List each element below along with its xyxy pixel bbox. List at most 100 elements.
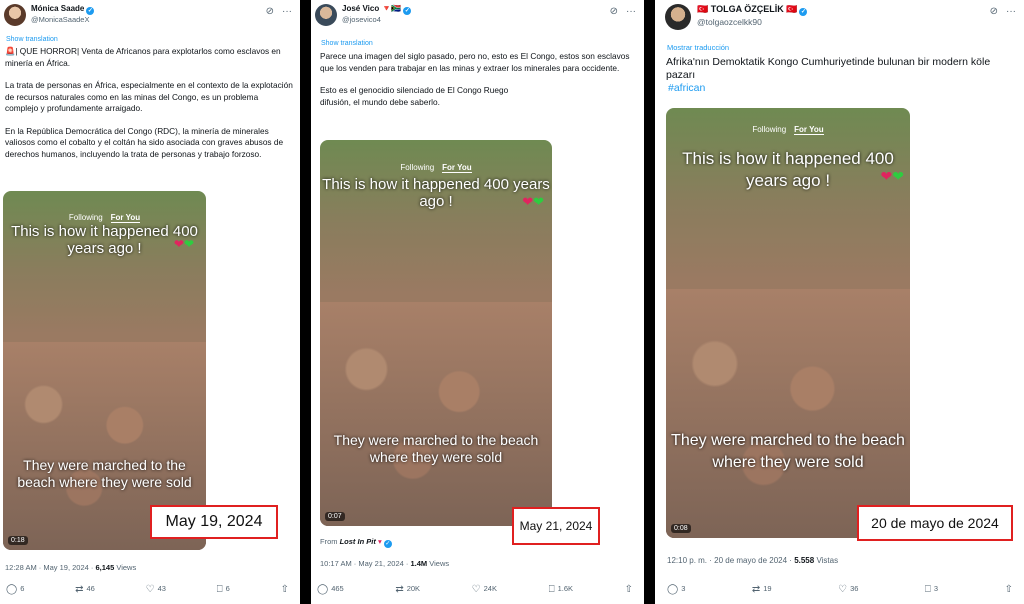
video-duration: 0:07 <box>325 512 345 521</box>
author-handle[interactable]: @tolgaozcelkk90 <box>697 17 762 27</box>
author-name[interactable]: 🇹🇷 TOLGA ÖZÇELİK 🇹🇷 ✓ <box>697 4 808 16</box>
share-icon: ⇧ <box>624 584 633 595</box>
more-icon[interactable]: ··· <box>1006 6 1016 17</box>
grok-icon[interactable]: ⊘ <box>266 6 274 17</box>
video-source: From Lost In Pit ▾ ✓ <box>320 537 392 548</box>
tweet-text: Afrika'nın Demoktatik Kongo Cumhuriyetin… <box>666 56 1016 106</box>
repost-button[interactable]: ⇄ 46 <box>75 584 95 598</box>
video-caption: They were marched to the beach where the… <box>671 432 905 471</box>
avatar[interactable] <box>4 4 26 26</box>
video-duration: 0:18 <box>8 536 28 545</box>
bookmark-count: 6 <box>225 584 230 593</box>
views-label: Views <box>427 559 450 568</box>
repost-count: 19 <box>763 584 772 593</box>
tweet-card-jose: José Vico 🔻🇿🇦 ✓ @josevico4 ⊘ ··· Show tran… <box>311 0 644 604</box>
grok-icon[interactable]: ⊘ <box>990 6 998 17</box>
show-translation-link[interactable]: Show translation <box>6 36 58 43</box>
repost-button[interactable]: ⇄ 20K <box>395 584 420 598</box>
bookmark-count: 1.6K <box>557 584 574 593</box>
show-translation-link[interactable]: Mostrar traducción <box>667 43 729 52</box>
more-icon[interactable]: ··· <box>282 6 292 17</box>
like-button[interactable]: ♡ 24K <box>472 584 497 598</box>
author-flags: 🇹🇷 <box>697 4 709 14</box>
header-icons: ⊘ ··· <box>982 6 1016 17</box>
share-button[interactable]: ⇧ <box>625 584 636 598</box>
reply-icon: ◯ <box>6 584 18 595</box>
tweet-timestamp[interactable]: 12:28 AM · May 19, 2024 · <box>5 563 95 572</box>
like-button[interactable]: ♡ 36 <box>838 584 858 598</box>
video-title: This is how it happened 400 years ago ! <box>682 149 894 190</box>
video-tab-following: Following <box>400 163 435 173</box>
author-name[interactable]: Mónica Saade ✓ <box>31 4 95 15</box>
tweet-paragraph: 🚨| QUE HORROR| Venta de Africanos para e… <box>5 46 281 68</box>
author-name-text: TOLGA ÖZÇELİK <box>710 4 784 14</box>
bookmark-button[interactable]: ⎕ 6 <box>217 584 230 598</box>
video-duration: 0:08 <box>671 524 691 533</box>
author-name-text: José Vico <box>342 4 380 13</box>
grok-icon[interactable]: ⊘ <box>610 6 618 17</box>
video-tab-following: Following <box>752 125 787 135</box>
bookmark-icon: ⎕ <box>548 584 555 595</box>
tweet-video[interactable]: Following For You This is how it happened… <box>320 140 552 526</box>
verified-icon: ✓ <box>403 7 412 15</box>
hearts-emoji: ❤❤ <box>522 194 544 209</box>
like-count: 43 <box>157 584 166 593</box>
video-caption: They were marched to the beach where the… <box>17 457 192 490</box>
avatar[interactable] <box>665 4 691 30</box>
tweet-text: Parece una imagen del siglo pasado, pero… <box>320 51 635 119</box>
tweet-actions: ◯ 465 ⇄ 20K ♡ 24K ⎕ 1.6K ⇧ <box>317 584 636 598</box>
tweet-paragraph: En la República Democrática del Congo (R… <box>5 125 284 159</box>
repost-icon: ⇄ <box>75 584 84 595</box>
video-scene <box>666 288 910 538</box>
author-flags: 🔻🇿🇦 <box>381 4 402 13</box>
header-icons: ⊘ ··· <box>258 6 292 17</box>
tweet-actions: ◯ 3 ⇄ 19 ♡ 36 ⎕ 3 ⇧ <box>667 584 1016 598</box>
author-flags: 🇹🇷 <box>786 4 798 14</box>
more-icon[interactable]: ··· <box>626 6 636 17</box>
verified-icon: ✓ <box>86 7 95 15</box>
share-icon: ⇧ <box>1004 584 1013 595</box>
tweet-meta: 12:10 p. m. · 20 de mayo de 2024 · 5.558… <box>667 556 838 565</box>
tweet-timestamp[interactable]: 12:10 p. m. · 20 de mayo de 2024 · <box>667 556 794 565</box>
highlighted-date: May 19, 2024 <box>150 505 278 539</box>
tweet-video[interactable]: Following For You This is how it happened… <box>3 191 206 550</box>
repost-count: 46 <box>86 584 95 593</box>
repost-count: 20K <box>406 584 421 593</box>
from-source-link[interactable]: Lost In Pit <box>340 537 376 546</box>
tweet-card-tolga: 🇹🇷 TOLGA ÖZÇELİK 🇹🇷 ✓ @tolgaozcelkk90 ⊘ ··… <box>655 0 1024 604</box>
repost-button[interactable]: ⇄ 19 <box>752 584 772 598</box>
like-button[interactable]: ♡ 43 <box>146 584 166 598</box>
tweet-video[interactable]: Following For You This is how it happened… <box>666 108 910 538</box>
bookmark-button[interactable]: ⎕ 3 <box>925 584 938 598</box>
reply-button[interactable]: ◯ 6 <box>6 584 24 598</box>
like-icon: ♡ <box>145 584 155 595</box>
reply-count: 465 <box>331 584 344 593</box>
show-translation-link[interactable]: Show translation <box>321 40 373 47</box>
header-icons: ⊘ ··· <box>602 6 636 17</box>
source-heart-icon: ▾ <box>377 537 382 546</box>
author-name[interactable]: José Vico 🔻🇿🇦 ✓ <box>342 4 412 15</box>
author-name-text: Mónica Saade <box>31 4 85 13</box>
reply-button[interactable]: ◯ 465 <box>317 584 344 598</box>
bookmark-button[interactable]: ⎕ 1.6K <box>549 584 573 598</box>
avatar[interactable] <box>315 4 337 26</box>
author-handle[interactable]: @MonicaSaadeX <box>31 15 89 24</box>
share-button[interactable]: ⇧ <box>281 584 292 598</box>
author-handle[interactable]: @josevico4 <box>342 15 381 24</box>
views-label: Views <box>114 563 137 572</box>
hashtag-link[interactable]: #african <box>668 82 1016 95</box>
video-tabs: Following For You <box>3 212 206 223</box>
video-tab-foryou: For You <box>442 163 472 174</box>
view-count: 6,145 <box>95 563 115 572</box>
reply-button[interactable]: ◯ 3 <box>667 584 685 598</box>
reply-count: 3 <box>681 584 686 593</box>
verified-icon: ✓ <box>383 540 392 548</box>
tweet-timestamp[interactable]: 10:17 AM · May 21, 2024 · <box>320 559 410 568</box>
tweet-paragraph: Parece una imagen del siglo pasado, pero… <box>320 51 630 73</box>
bookmark-icon: ⎕ <box>924 584 931 595</box>
tweet-header: José Vico 🔻🇿🇦 ✓ @josevico4 ⊘ ··· <box>315 4 636 32</box>
like-count: 36 <box>850 584 859 593</box>
share-button[interactable]: ⇧ <box>1005 584 1016 598</box>
view-count: 5.558 <box>794 556 815 565</box>
reply-icon: ◯ <box>317 584 329 595</box>
